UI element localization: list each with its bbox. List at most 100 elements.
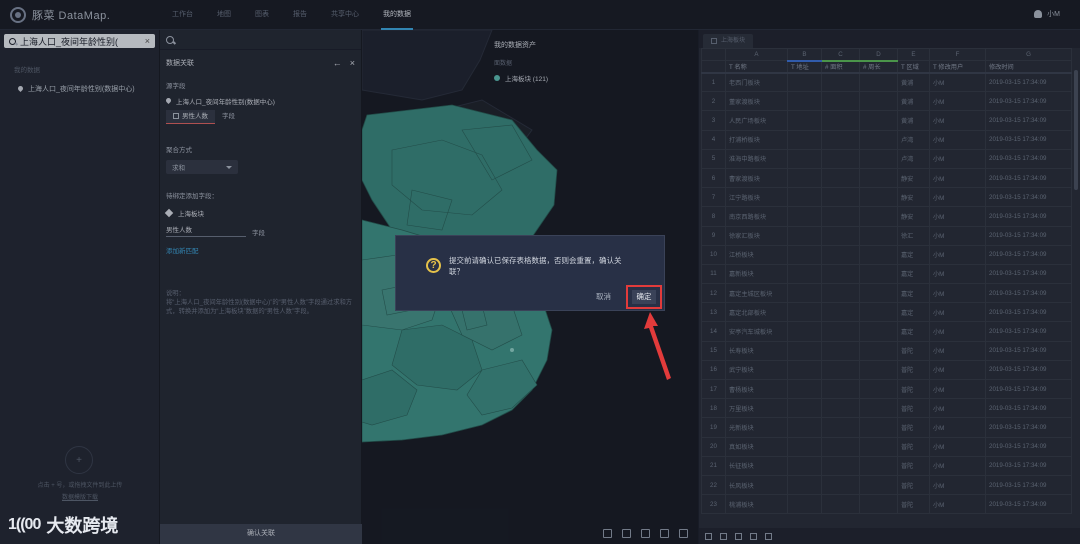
table-cell[interactable]: 曹杨板块 <box>725 378 788 400</box>
table-cell[interactable] <box>787 71 822 93</box>
table-cell[interactable]: 嘉定 <box>897 244 930 265</box>
column-letter[interactable]: G <box>985 48 1072 61</box>
export-icon[interactable] <box>750 532 757 540</box>
table-row[interactable]: 19 光新板块 普陀 小M 2019-03-15 17:34:09 <box>701 417 1072 438</box>
table-cell[interactable]: 小M <box>929 417 986 438</box>
table-cell[interactable]: 江桥板块 <box>725 244 788 265</box>
table-cell[interactable]: 卢湾 <box>897 148 930 169</box>
user-menu[interactable]: 小M <box>1034 9 1060 19</box>
table-cell[interactable]: 嘉定北部板块 <box>725 302 788 323</box>
table-cell[interactable]: 普陀 <box>897 417 930 438</box>
column-header[interactable]: T 修改用户 <box>929 60 986 74</box>
table-cell[interactable]: 小M <box>929 206 986 227</box>
table-cell[interactable]: 2019-03-15 17:34:09 <box>985 148 1072 169</box>
table-cell[interactable]: 嘉新板块 <box>725 263 788 285</box>
assets-item[interactable]: 上海板块 (121) <box>494 73 548 83</box>
table-cell[interactable]: 董家渡板块 <box>725 91 788 112</box>
table-cell[interactable] <box>787 436 822 457</box>
table-row[interactable]: 6 曹家渡板块 静安 小M 2019-03-15 17:34:09 <box>701 167 1072 189</box>
table-cell[interactable] <box>859 283 898 304</box>
table-cell[interactable] <box>859 455 898 476</box>
table-cell[interactable] <box>821 321 860 342</box>
column-letter[interactable]: D <box>859 48 898 62</box>
template-download-link[interactable]: 数据模版下载 <box>0 492 160 504</box>
table-cell[interactable] <box>821 91 860 112</box>
table-cell[interactable]: 普陀 <box>897 494 930 515</box>
table-cell[interactable]: 小M <box>929 129 986 150</box>
table-cell[interactable]: 南京西路板块 <box>725 206 788 227</box>
table-row[interactable]: 11 嘉新板块 嘉定 小M 2019-03-15 17:34:09 <box>701 263 1072 285</box>
table-cell[interactable]: 小M <box>929 359 986 381</box>
table-cell[interactable]: 2019-03-15 17:34:09 <box>985 129 1072 150</box>
table-cell[interactable] <box>787 225 822 246</box>
table-row[interactable]: 16 武宁板块 普陀 小M 2019-03-15 17:34:09 <box>701 359 1072 381</box>
table-row[interactable]: 5 淮海中路板块 卢湾 小M 2019-03-15 17:34:09 <box>701 148 1072 169</box>
save-icon[interactable] <box>720 532 727 540</box>
table-cell[interactable]: 曹家渡板块 <box>725 167 788 189</box>
table-cell[interactable]: 淮海中路板块 <box>725 148 788 169</box>
table-cell[interactable] <box>787 263 822 285</box>
table-row[interactable]: 3 人民广场板块 黄浦 小M 2019-03-15 17:34:09 <box>701 110 1072 131</box>
table-cell[interactable] <box>821 71 860 93</box>
table-cell[interactable]: 2019-03-15 17:34:09 <box>985 91 1072 112</box>
dialog-cancel-button[interactable]: 取消 <box>596 291 611 302</box>
dialog-ok-button[interactable]: 确定 <box>632 290 656 304</box>
table-cell[interactable] <box>859 148 898 169</box>
table-row[interactable]: 21 长征板块 普陀 小M 2019-03-15 17:34:09 <box>701 455 1072 476</box>
table-cell[interactable]: 小M <box>929 167 986 189</box>
table-cell[interactable]: 小M <box>929 378 986 400</box>
table-cell[interactable]: 嘉定 <box>897 302 930 323</box>
table-cell[interactable]: 2019-03-15 17:34:09 <box>985 110 1072 131</box>
table-cell[interactable] <box>787 244 822 265</box>
table-cell[interactable] <box>859 474 898 496</box>
map-layers-icon[interactable] <box>660 529 669 538</box>
table-cell[interactable] <box>787 129 822 150</box>
table-cell[interactable]: 2019-03-15 17:34:09 <box>985 244 1072 265</box>
table-cell[interactable]: 黄浦 <box>897 110 930 131</box>
table-cell[interactable] <box>787 494 822 515</box>
table-cell[interactable] <box>859 225 898 246</box>
table-cell[interactable] <box>821 359 860 381</box>
table-cell[interactable]: 黄浦 <box>897 71 930 93</box>
sheet-tab[interactable]: 上海板块 <box>703 34 754 48</box>
table-cell[interactable] <box>859 263 898 285</box>
logo[interactable]: 豚菜 DataMap. <box>10 6 160 23</box>
table-cell[interactable]: 小M <box>929 302 986 323</box>
table-cell[interactable]: 嘉定主城区板块 <box>725 283 788 304</box>
table-cell[interactable] <box>859 187 898 208</box>
table-cell[interactable] <box>821 244 860 265</box>
column-header[interactable]: 修改时间 <box>985 60 1072 74</box>
table-cell[interactable] <box>859 417 898 438</box>
table-cell[interactable] <box>821 302 860 323</box>
table-cell[interactable]: 小M <box>929 436 986 457</box>
table-cell[interactable]: 静安 <box>897 167 930 189</box>
table-cell[interactable] <box>821 417 860 438</box>
tab-male-count[interactable]: 男性人数 <box>166 110 215 124</box>
table-cell[interactable]: 小M <box>929 244 986 265</box>
table-cell[interactable] <box>787 148 822 169</box>
table-cell[interactable]: 真如板块 <box>725 436 788 457</box>
table-cell[interactable]: 普陀 <box>897 378 930 400</box>
table-cell[interactable]: 普陀 <box>897 436 930 457</box>
map-fullscreen-icon[interactable] <box>679 529 688 538</box>
table-cell[interactable]: 黄浦 <box>897 91 930 112</box>
table-cell[interactable]: 小M <box>929 225 986 246</box>
clear-search-icon[interactable]: × <box>145 36 150 46</box>
table-cell[interactable]: 2019-03-15 17:34:09 <box>985 398 1072 419</box>
table-cell[interactable] <box>859 167 898 189</box>
column-header[interactable]: # 周长 <box>859 60 898 74</box>
table-cell[interactable]: 2019-03-15 17:34:09 <box>985 474 1072 496</box>
data-search-input[interactable]: 上海人口_夜间年龄性别( × <box>4 34 155 48</box>
table-cell[interactable]: 老西门板块 <box>725 71 788 93</box>
table-cell[interactable] <box>859 244 898 265</box>
table-cell[interactable] <box>859 359 898 381</box>
table-cell[interactable] <box>859 91 898 112</box>
table-cell[interactable]: 小M <box>929 110 986 131</box>
table-cell[interactable] <box>787 378 822 400</box>
column-header[interactable]: T 地址 <box>787 60 822 74</box>
table-cell[interactable] <box>787 302 822 323</box>
table-cell[interactable] <box>787 398 822 419</box>
table-row[interactable]: 8 南京西路板块 静安 小M 2019-03-15 17:34:09 <box>701 206 1072 227</box>
column-letter[interactable]: E <box>897 48 930 61</box>
table-cell[interactable]: 小M <box>929 455 986 476</box>
